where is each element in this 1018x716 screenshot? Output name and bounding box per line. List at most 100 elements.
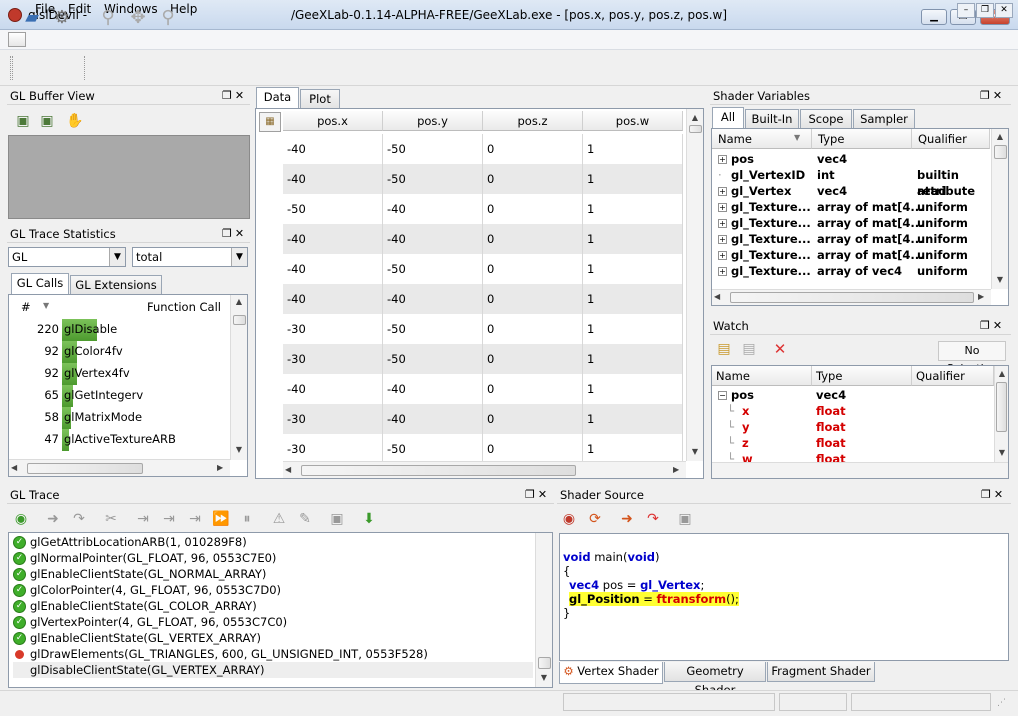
variable-row[interactable]: + gl_Texture... array of mat[4... uniform [712,231,990,247]
expand-icon[interactable]: + [718,235,727,244]
tab-scope[interactable]: Scope [800,109,852,129]
watch-vscroll[interactable]: ▲ ▼ [994,366,1008,462]
col-type[interactable]: Type [812,366,912,386]
table-row[interactable]: 6-40-5001 [283,254,686,284]
trace-call-row[interactable]: ✓ glVertexPointer(4, GL_FLOAT, 96, 0553C7… [13,614,533,630]
trace-call-row[interactable]: ✓ glEnableClientState(GL_NORMAL_ARRAY) [13,566,533,582]
shader-vars-vscroll[interactable]: ▲ ▼ [991,129,1008,289]
minimize-button[interactable]: ▁ [921,9,947,25]
col-pos-w[interactable]: pos.w [583,111,683,131]
edit-icon[interactable]: ✎ [293,507,317,531]
watch-row[interactable]: └ z float [712,435,994,451]
table-cell[interactable]: -50 [383,434,483,462]
panel-float-close-icon[interactable]: ❐✕ [980,319,1005,332]
expand-icon[interactable]: + [718,251,727,260]
table-cell[interactable]: 0 [483,434,583,462]
table-cell[interactable]: -40 [383,194,483,224]
stats-hscroll[interactable]: ◀ ▶ [9,459,230,476]
warning-icon[interactable]: ⚠ [267,507,291,531]
skip-icon[interactable]: ↷ [67,507,91,531]
col-pos-x[interactable]: pos.x [283,111,383,131]
table-cell[interactable]: -40 [283,164,383,194]
table-row[interactable]: 8-30-5001 [283,314,686,344]
variable-row[interactable]: + gl_Texture... array of mat[4... uniform [712,215,990,231]
table-row[interactable]: 7-40-4001 [283,284,686,314]
tab-all[interactable]: All [712,107,744,129]
table-cell[interactable]: -40 [283,134,383,164]
buffer-load-icon[interactable]: ▣ [35,109,59,133]
fast-forward-icon[interactable]: ⏩ [209,507,233,531]
watch-row[interactable]: └ x float [712,403,994,419]
table-row[interactable]: 4-50-4001 [283,194,686,224]
table-cell[interactable]: -50 [383,344,483,374]
col-function-call[interactable]: Function Call [61,297,225,317]
table-cell[interactable]: 1 [583,194,683,224]
table-cell[interactable]: -30 [283,434,383,462]
table-cell[interactable]: -50 [383,134,483,164]
col-name[interactable]: Name [712,366,812,386]
table-cell[interactable]: 0 [483,374,583,404]
col-type[interactable]: Type [812,129,912,149]
table-cell[interactable]: -30 [283,314,383,344]
trace-call-row[interactable]: ✓ glColorPointer(4, GL_FLOAT, 96, 0553C7D… [13,582,533,598]
tab-gl-extensions[interactable]: GL Extensions [70,275,162,295]
table-cell[interactable]: -30 [283,344,383,374]
collapse-icon[interactable]: − [718,391,727,400]
gl-trace-vscroll[interactable]: ▼ [535,533,552,687]
buffer-save-icon[interactable]: ▣ [11,109,35,133]
trace-call-row[interactable]: glDrawElements(GL_TRIANGLES, 600, GL_UNS… [13,646,533,662]
panel-float-close-icon[interactable]: ❐✕ [980,89,1005,102]
table-row[interactable]: 11-30-4001 [283,404,686,434]
stats-row[interactable]: 65 glGetIntegerv [9,385,229,407]
table-cell[interactable]: 1 [583,284,683,314]
table-row[interactable]: 12-30-5001 [283,434,686,462]
table-cell[interactable]: 1 [583,374,683,404]
tab-gl-calls[interactable]: GL Calls [11,273,69,295]
table-cell[interactable]: 1 [583,254,683,284]
variable-row[interactable]: + gl_Texture... array of mat[4... uniform [712,199,990,215]
data-vscroll[interactable]: ▲ ▼ [686,109,703,461]
open-folder-icon[interactable]: ▰ [20,6,44,30]
expand-icon[interactable]: + [718,203,727,212]
trace-call-row[interactable]: ✓ glEnableClientState(GL_VERTEX_ARRAY) [13,630,533,646]
table-cell[interactable]: 0 [483,254,583,284]
jump-end-icon[interactable]: ⇥ [183,507,207,531]
table-cell[interactable]: -40 [283,224,383,254]
trace-call-row[interactable]: glDisableClientState(GL_VERTEX_ARRAY) [13,662,533,678]
col-pos-y[interactable]: pos.y [383,111,483,131]
tab-geometry-shader[interactable]: Geometry Shader [664,662,766,697]
table-cell[interactable]: 0 [483,194,583,224]
mdi-close-button[interactable]: ✕ [995,3,1013,18]
buffer-pick-icon[interactable]: ✋ [63,109,87,133]
restart-icon[interactable]: ⟳ [583,507,607,531]
table-cell[interactable]: -40 [383,284,483,314]
panel-float-close-icon[interactable]: ❐✕ [525,488,550,501]
tab-sampler[interactable]: Sampler [853,109,915,129]
stats-row[interactable]: 92 glColor4fv [9,341,229,363]
watch-row[interactable]: └ w float [712,451,994,462]
tools-icon[interactable]: ✂ [99,507,123,531]
trace-call-row[interactable]: ✓ glNormalPointer(GL_FLOAT, 96, 0553C7E0) [13,550,533,566]
col-pos-z[interactable]: pos.z [483,111,583,131]
screenshot-icon[interactable]: ▣ [325,507,349,531]
document-icon[interactable] [8,32,26,47]
shader-vars-hscroll[interactable]: ◀ ▶ [712,289,991,305]
mdi-minimize-button[interactable]: – [957,3,975,18]
tab-data[interactable]: Data [256,87,299,109]
step-forward-icon[interactable]: ➜ [615,507,639,531]
table-cell[interactable]: -30 [283,404,383,434]
variable-row[interactable]: + pos vec4 [712,151,990,167]
expand-icon[interactable]: + [718,155,727,164]
jump-shader-icon[interactable]: ⇥ [157,507,181,531]
table-cell[interactable]: 1 [583,344,683,374]
table-select-all-icon[interactable]: ▦ [259,112,281,132]
table-cell[interactable]: -40 [283,284,383,314]
table-cell[interactable]: -40 [383,374,483,404]
table-cell[interactable]: 0 [483,164,583,194]
table-cell[interactable]: -40 [283,254,383,284]
jump-draw-icon[interactable]: ⇥ [131,507,155,531]
table-cell[interactable]: 1 [583,224,683,254]
trace-call-row[interactable]: ✓ glEnableClientState(GL_COLOR_ARRAY) [13,598,533,614]
step-over-icon[interactable]: ↷ [641,507,665,531]
table-cell[interactable]: 0 [483,344,583,374]
